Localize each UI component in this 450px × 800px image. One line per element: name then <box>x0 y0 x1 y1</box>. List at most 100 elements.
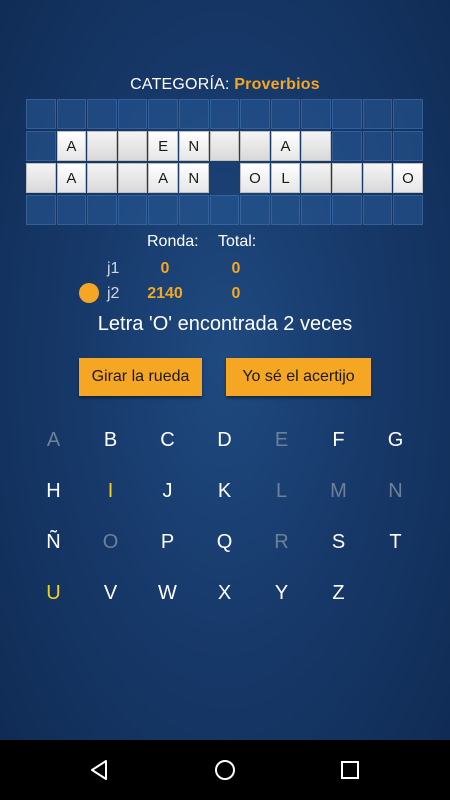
board-tile <box>270 195 301 225</box>
player-1-name: j1 <box>107 260 120 277</box>
board-tile <box>26 131 56 161</box>
letter-key[interactable]: J <box>139 471 196 511</box>
letter-key[interactable]: U <box>25 573 82 613</box>
board-row <box>26 195 425 225</box>
board-tile <box>301 99 331 129</box>
letter-key[interactable]: Y <box>253 573 310 613</box>
board-tile <box>331 131 362 161</box>
revealed-letter-tile: A <box>56 163 87 193</box>
board-tile <box>240 99 270 129</box>
board-row: A EN A <box>26 131 425 161</box>
solve-puzzle-button[interactable]: Yo sé el acertijo <box>226 358 371 396</box>
back-icon[interactable] <box>84 754 116 786</box>
hidden-letter-tile <box>26 163 56 193</box>
hidden-letter-tile <box>87 163 117 193</box>
letter-key[interactable]: T <box>367 522 424 562</box>
total-header: Total: <box>218 233 257 250</box>
letter-key[interactable]: G <box>367 420 424 460</box>
letter-key[interactable]: V <box>82 573 139 613</box>
hidden-letter-tile <box>209 131 240 161</box>
board-tile <box>270 99 301 129</box>
board-tile <box>393 131 423 161</box>
player-2-round-score: 2140 <box>147 285 183 302</box>
board-tile <box>301 195 331 225</box>
letter-key[interactable]: M <box>310 471 367 511</box>
letter-key[interactable]: Ñ <box>25 522 82 562</box>
board-tile <box>331 195 362 225</box>
hidden-letter-tile <box>240 131 270 161</box>
board-tile <box>393 99 423 129</box>
revealed-letter-tile: E <box>148 131 178 161</box>
board-tile <box>240 195 270 225</box>
game-screen: CATEGORÍA: Proverbios AENAAANOLO Ronda: … <box>0 0 450 740</box>
keyboard-row: ABCDEFG <box>25 420 425 471</box>
revealed-letter-tile: A <box>270 131 301 161</box>
board-tile <box>178 195 209 225</box>
recents-icon[interactable] <box>334 754 366 786</box>
letter-key[interactable]: I <box>82 471 139 511</box>
board-tile <box>117 99 148 129</box>
board-tile <box>87 99 117 129</box>
letter-key[interactable]: P <box>139 522 196 562</box>
letter-key[interactable]: Z <box>310 573 367 613</box>
score-table: Ronda: Total: j1 0 0 j2 2140 0 <box>0 233 450 308</box>
letter-key[interactable]: X <box>196 573 253 613</box>
revealed-letter-tile: N <box>178 163 209 193</box>
letter-keyboard: ABCDEFGHIJKLMNÑOPQRSTUVWXYZ <box>25 420 425 624</box>
board-tile <box>56 195 87 225</box>
current-turn-indicator <box>79 283 99 303</box>
board-tile <box>331 99 362 129</box>
letter-key[interactable]: W <box>139 573 196 613</box>
board-tile <box>148 99 178 129</box>
hidden-letter-tile <box>117 131 148 161</box>
status-message: Letra 'O' encontrada 2 veces <box>97 313 353 335</box>
board-row <box>26 99 425 129</box>
android-nav-bar <box>0 740 450 800</box>
home-icon[interactable] <box>209 754 241 786</box>
letter-key[interactable]: D <box>196 420 253 460</box>
board-tile <box>393 195 423 225</box>
player-2-name: j2 <box>107 285 120 302</box>
hidden-letter-tile <box>301 131 331 161</box>
revealed-letter-tile: O <box>393 163 423 193</box>
board-row: AANOLO <box>26 163 425 193</box>
letter-key[interactable]: A <box>25 420 82 460</box>
revealed-letter-tile: L <box>270 163 301 193</box>
letter-key[interactable]: Q <box>196 522 253 562</box>
player-2-total-score: 0 <box>231 285 241 302</box>
board-tile <box>178 99 209 129</box>
letter-key[interactable]: L <box>253 471 310 511</box>
revealed-letter-tile: A <box>148 163 178 193</box>
hidden-letter-tile <box>301 163 331 193</box>
letter-key[interactable]: S <box>310 522 367 562</box>
category-label: CATEGORÍA: <box>130 76 230 93</box>
board-tile <box>148 195 178 225</box>
keyboard-row: ÑOPQRST <box>25 522 425 573</box>
board-tile <box>87 195 117 225</box>
letter-key[interactable]: F <box>310 420 367 460</box>
spin-wheel-button[interactable]: Girar la rueda <box>79 358 202 396</box>
board-tile <box>362 99 393 129</box>
board-tile <box>362 131 393 161</box>
letter-key[interactable]: R <box>253 522 310 562</box>
revealed-letter-tile: O <box>240 163 270 193</box>
letter-key[interactable]: O <box>82 522 139 562</box>
player-1-total-score: 0 <box>231 260 241 277</box>
revealed-letter-tile: A <box>56 131 87 161</box>
letter-key[interactable]: B <box>82 420 139 460</box>
keyboard-row: UVWXYZ <box>25 573 425 624</box>
letter-key[interactable]: H <box>25 471 82 511</box>
category-value: Proverbios <box>234 76 320 93</box>
board-tile <box>117 195 148 225</box>
keyboard-row: HIJKLMN <box>25 471 425 522</box>
letter-key[interactable]: E <box>253 420 310 460</box>
board-tile <box>362 195 393 225</box>
board-tile <box>209 99 240 129</box>
round-header: Ronda: <box>147 233 199 250</box>
letter-key[interactable]: K <box>196 471 253 511</box>
player-1-round-score: 0 <box>160 260 170 277</box>
board-tile <box>56 99 87 129</box>
letter-key[interactable]: N <box>367 471 424 511</box>
letter-key[interactable]: C <box>139 420 196 460</box>
board-tile <box>209 195 240 225</box>
